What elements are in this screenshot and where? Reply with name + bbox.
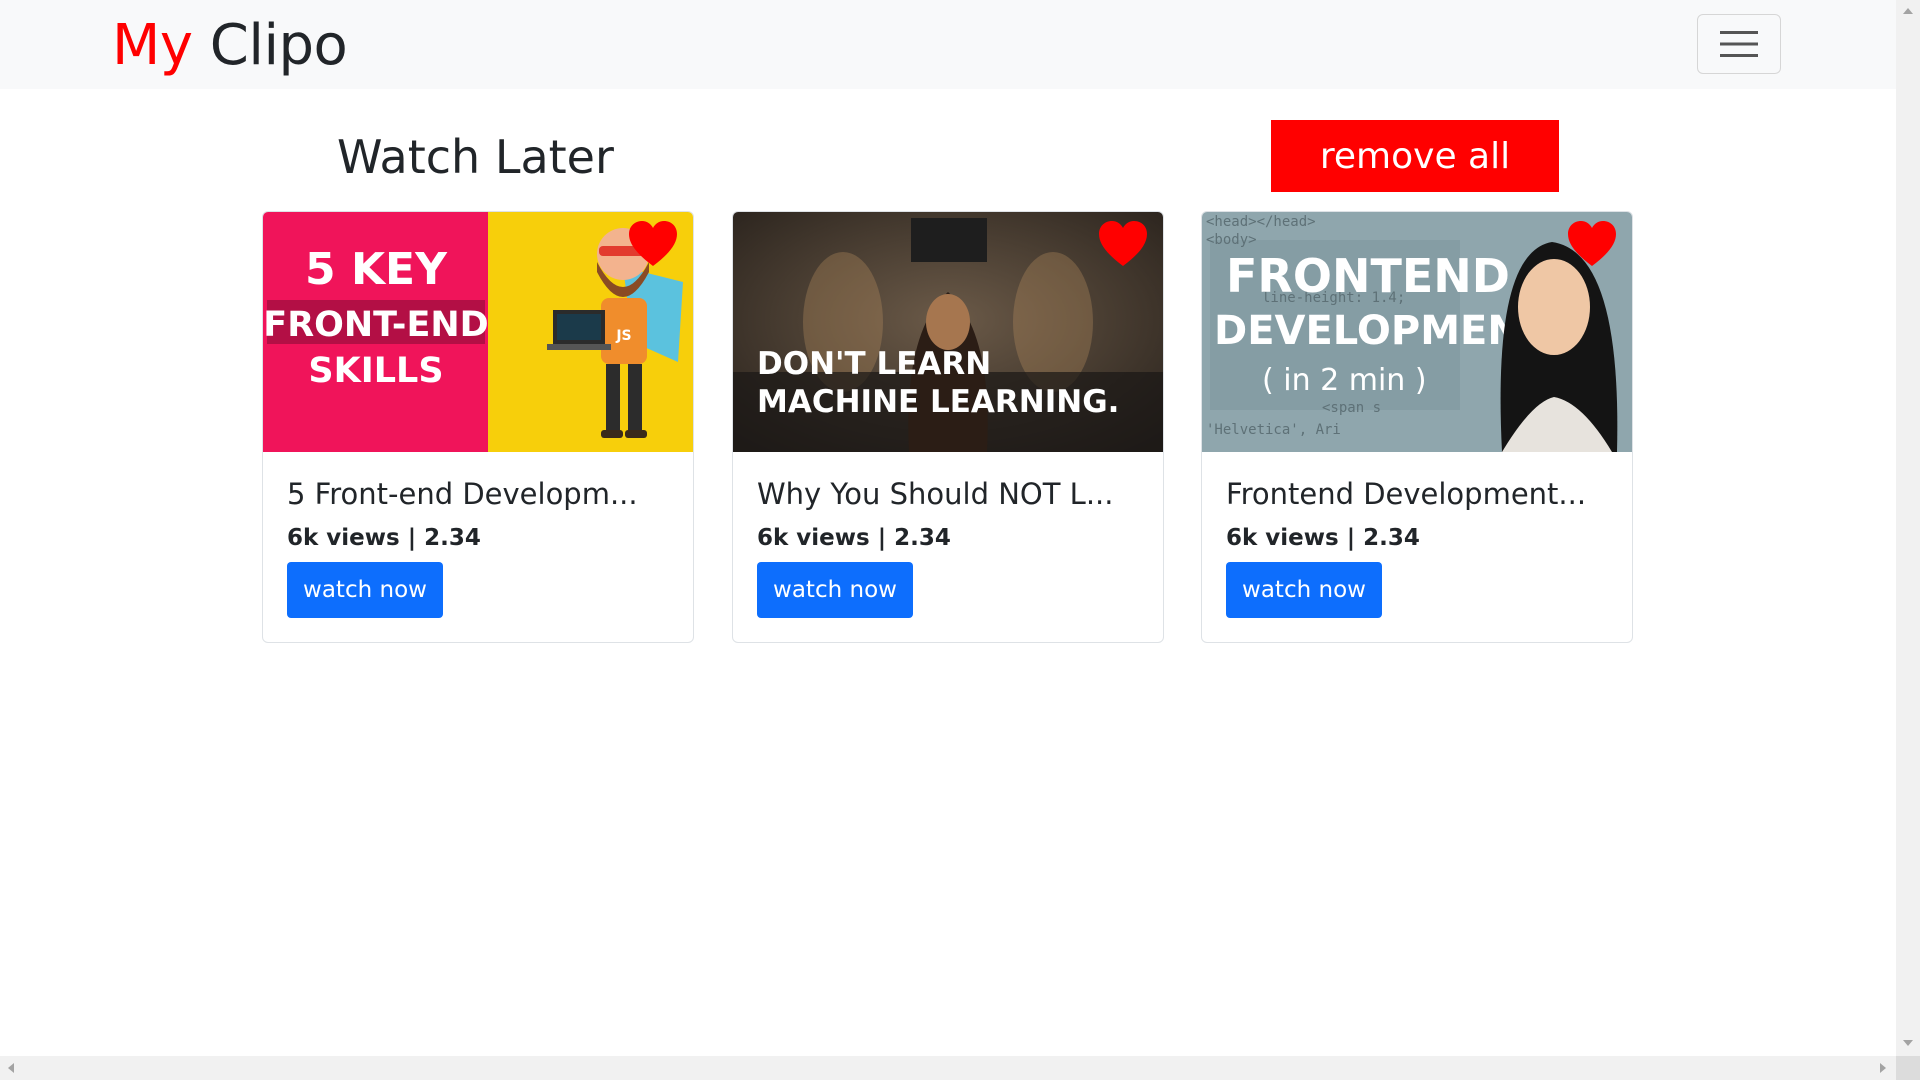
brand-logo[interactable]: My Clipo [112, 8, 348, 84]
heart-icon[interactable] [1566, 220, 1618, 268]
hamburger-icon [1720, 31, 1758, 57]
watch-now-button[interactable]: watch now [1226, 562, 1382, 618]
page-title: Watch Later [337, 130, 614, 184]
thumb-code: 'Helvetica', Ari [1206, 422, 1341, 438]
watch-now-button[interactable]: watch now [757, 562, 913, 618]
thumb-text: 5 KEY [305, 244, 448, 295]
brand-clipo: Clipo [209, 13, 348, 78]
navbar: My Clipo [0, 0, 1896, 89]
video-thumbnail[interactable]: 5 KEY FRONT-END SKILLS JS [263, 212, 693, 452]
video-card: 5 KEY FRONT-END SKILLS JS 5 Front-end De… [262, 211, 694, 643]
heart-icon[interactable] [627, 220, 679, 268]
thumb-text: ( in 2 min ) [1262, 363, 1427, 398]
video-thumbnail[interactable]: <head></head> <body> line-height: 1.4; <… [1202, 212, 1632, 452]
thumb-text: SKILLS [308, 351, 443, 391]
video-thumbnail[interactable]: DON'T LEARN MACHINE LEARNING. [733, 212, 1163, 452]
scroll-right-icon[interactable] [1880, 1063, 1886, 1073]
video-meta: 6k views | 2.34 [757, 525, 951, 551]
brand-my: My [112, 13, 193, 78]
video-card: <head></head> <body> line-height: 1.4; <… [1201, 211, 1633, 643]
thumb-text: MACHINE LEARNING. [757, 384, 1119, 420]
thumb-badge: JS [615, 328, 631, 344]
thumb-code: <body> [1206, 232, 1257, 248]
video-meta: 6k views | 2.34 [287, 525, 481, 551]
video-title: 5 Front-end Developm... [287, 477, 638, 511]
scroll-left-icon[interactable] [8, 1063, 14, 1073]
menu-toggle-button[interactable] [1697, 14, 1781, 74]
horizontal-scrollbar[interactable] [0, 1056, 1896, 1080]
video-title: Why You Should NOT L... [757, 477, 1114, 511]
remove-all-button[interactable]: remove all [1271, 120, 1559, 192]
thumb-code: <head></head> [1206, 214, 1316, 230]
scroll-down-icon[interactable] [1903, 1040, 1913, 1046]
video-card: DON'T LEARN MACHINE LEARNING. Why You Sh… [732, 211, 1164, 643]
watch-now-button[interactable]: watch now [287, 562, 443, 618]
heart-icon[interactable] [1097, 220, 1149, 268]
scrollbar-corner [1896, 1056, 1920, 1080]
thumb-text: FRONTEND [1226, 249, 1510, 303]
thumb-text: FRONT-END [263, 305, 488, 345]
video-title: Frontend Development... [1226, 477, 1587, 511]
video-meta: 6k views | 2.34 [1226, 525, 1420, 551]
thumb-text: DEVELOPMENT [1214, 308, 1549, 354]
vertical-scrollbar[interactable] [1896, 0, 1920, 1056]
thumb-text: DON'T LEARN [757, 346, 991, 382]
thumb-code: <span s [1322, 400, 1381, 416]
scroll-up-icon[interactable] [1903, 8, 1913, 14]
